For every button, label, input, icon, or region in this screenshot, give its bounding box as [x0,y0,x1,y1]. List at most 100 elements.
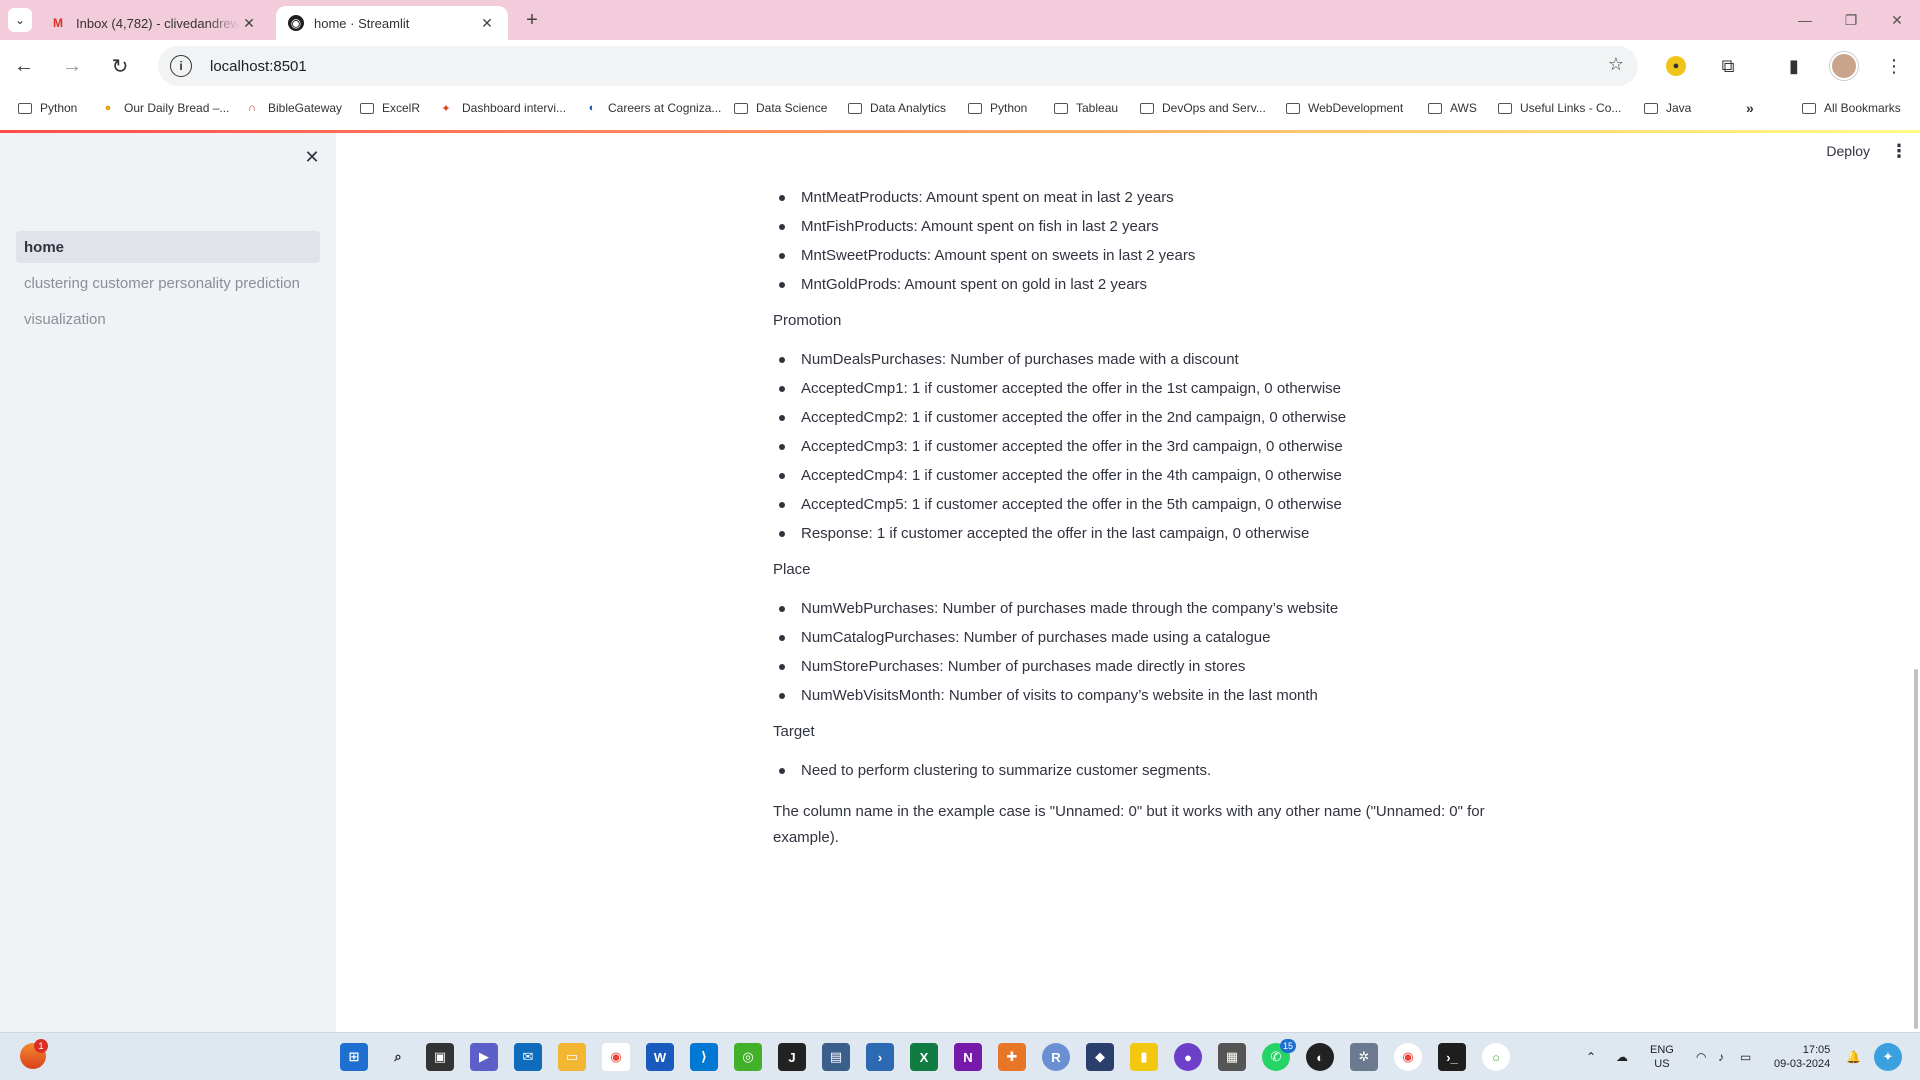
address-bar[interactable]: i localhost:8501 ☆ [158,46,1638,86]
powershell-icon[interactable]: › [866,1043,894,1071]
side-panel-icon[interactable]: ▮ [1778,50,1810,82]
onedrive-cloud-icon[interactable]: ☁ [1616,1033,1628,1080]
more-bookmarks-chevron-icon[interactable]: » [1746,92,1754,124]
excel-icon[interactable]: X [910,1043,938,1071]
jetbrains-icon[interactable]: J [778,1043,806,1071]
deploy-button[interactable]: Deploy [1826,143,1870,159]
list-item: Need to perform clustering to summarize … [773,756,1513,785]
sidebar-item-visualization[interactable]: visualization [16,303,320,335]
terminal-icon[interactable]: ›_ [1438,1043,1466,1071]
minimize-icon[interactable]: — [1782,4,1828,36]
bookmark-biblegateway[interactable]: ∩ BibleGateway [244,92,342,124]
tableau-icon[interactable]: ✚ [998,1043,1026,1071]
new-tab-plus-icon[interactable]: + [520,8,544,32]
reload-icon[interactable]: ↻ [104,50,136,82]
anaconda-icon[interactable]: ◎ [734,1043,762,1071]
extensions-puzzle-icon[interactable]: ⧉ [1712,50,1744,82]
teams-icon[interactable]: ▶ [470,1043,498,1071]
bookmark-aws[interactable]: AWS [1428,92,1477,124]
r-icon[interactable]: R [1042,1043,1070,1071]
streamlit-icon: ◉ [288,15,304,31]
bookmark-our-daily-bread[interactable]: ● Our Daily Bread –... [100,92,230,124]
word-icon[interactable]: W [646,1043,674,1071]
list-item: AcceptedCmp5: 1 if customer accepted the… [773,490,1513,519]
chrome-icon[interactable]: ◉ [602,1043,630,1071]
obs-icon[interactable]: ◐ [1306,1043,1334,1071]
tab-gmail[interactable]: M Inbox (4,782) - clivedandrew ✕ [38,6,270,40]
list-item: MntFishProducts: Amount spent on fish in… [773,212,1513,241]
close-icon[interactable]: ✕ [240,14,258,32]
bookmark-label: Our Daily Bread –... [124,101,230,115]
tab-title: Inbox (4,782) - clivedandrew [76,15,240,31]
bookmark-cognizant[interactable]: ◐ Careers at Cogniza... [584,92,722,124]
cognizant-icon: ◐ [588,102,596,114]
copilot-icon[interactable]: ✦ [1874,1043,1902,1071]
promotion-list: NumDealsPurchases: Number of purchases m… [773,345,1513,548]
snipping-tool-icon[interactable]: ✲ [1350,1043,1378,1071]
bookmark-webdevelopment[interactable]: WebDevelopment [1286,92,1403,124]
close-icon[interactable]: ✕ [478,14,496,32]
bookmark-label: Data Analytics [870,101,947,115]
github-icon[interactable]: ● [1174,1043,1202,1071]
folder-icon [360,102,374,114]
whatsapp-badge: 15 [1280,1039,1296,1053]
tab-search-chevron-icon[interactable]: ⌄ [8,8,32,32]
volume-icon[interactable]: ♪ [1718,1033,1724,1080]
sidebar-item-clustering-prediction[interactable]: clustering customer personality predicti… [16,267,320,299]
tab-streamlit-home[interactable]: ◉ home · Streamlit ✕ [276,6,508,40]
extension-badge-icon[interactable]: ● [1666,56,1686,76]
battery-icon[interactable]: ▭ [1740,1033,1751,1080]
scrollbar-thumb[interactable] [1914,669,1918,1029]
window-close-icon[interactable]: ✕ [1874,4,1920,36]
bookmark-java[interactable]: Java [1644,92,1691,124]
clock[interactable]: 17:05 09-03-2024 [1774,1043,1830,1071]
bookmark-python-2[interactable]: Python [968,92,1027,124]
powerbi-icon[interactable]: ▮ [1130,1043,1158,1071]
file-explorer-icon[interactable]: ▭ [558,1043,586,1071]
bookmark-dashboard-interview[interactable]: ✦ Dashboard intervi... [438,92,566,124]
bookmark-all-bookmarks[interactable]: All Bookmarks [1802,92,1901,124]
language-indicator[interactable]: ENG US [1650,1043,1674,1071]
bookmark-data-science[interactable]: Data Science [734,92,827,124]
onenote-icon[interactable]: N [954,1043,982,1071]
bookmark-star-icon[interactable]: ☆ [1608,54,1624,75]
restore-icon[interactable]: ❐ [1828,4,1874,36]
bookmark-label: Java [1666,101,1692,115]
task-view-icon[interactable]: ▣ [426,1043,454,1071]
notification-bell-icon[interactable]: 🔔 [1846,1033,1861,1080]
forward-arrow-icon[interactable]: → [56,50,88,82]
list-item: AcceptedCmp4: 1 if customer accepted the… [773,461,1513,490]
bookmark-python[interactable]: Python [18,92,77,124]
sidebar-item-home[interactable]: home [16,231,320,263]
bookmark-label: ExcelR [382,101,421,115]
tray-chevron-up-icon[interactable]: ⌃ [1586,1033,1596,1080]
streamlit-app-icon[interactable]: ○ [1482,1043,1510,1071]
bookmark-tableau[interactable]: Tableau [1054,92,1118,124]
wifi-icon[interactable]: ◠ [1696,1033,1706,1080]
mail-icon[interactable]: ✉ [514,1043,542,1071]
bookmark-excelr[interactable]: ExcelR [360,92,420,124]
site-info-icon[interactable]: i [170,55,192,77]
list-item: AcceptedCmp2: 1 if customer accepted the… [773,403,1513,432]
calculator-icon[interactable]: ▦ [1218,1043,1246,1071]
close-sidebar-icon[interactable]: ✕ [300,145,324,169]
app-icon[interactable]: ▤ [822,1043,850,1071]
profile-avatar[interactable] [1830,52,1858,80]
bookmark-useful-links[interactable]: Useful Links - Co... [1498,92,1621,124]
chrome-profile-icon[interactable]: ◉ [1394,1043,1422,1071]
folder-icon [1140,102,1154,114]
folder-icon [1498,102,1512,114]
list-item: AcceptedCmp1: 1 if customer accepted the… [773,374,1513,403]
bookmark-data-analytics[interactable]: Data Analytics [848,92,946,124]
mysql-icon[interactable]: ◆ [1086,1043,1114,1071]
bookmark-devops[interactable]: DevOps and Serv... [1140,92,1266,124]
main-menu-icon[interactable]: ⋮ [1890,141,1908,162]
url-text: localhost:8501 [210,57,307,75]
search-icon[interactable]: ⌕ [384,1043,412,1071]
browser-menu-icon[interactable]: ⋮ [1878,50,1910,82]
windows-start-icon[interactable]: ⊞ [340,1043,368,1071]
bookmark-label: AWS [1450,101,1477,115]
vscode-icon[interactable]: ⟩ [690,1043,718,1071]
scrollbar[interactable] [1910,133,1920,1032]
back-arrow-icon[interactable]: ← [8,50,40,82]
